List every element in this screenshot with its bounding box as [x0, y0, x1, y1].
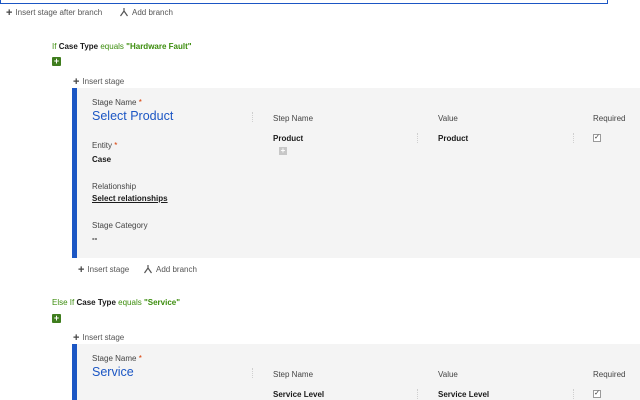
- stage-name-value[interactable]: Select Product: [92, 109, 173, 123]
- column-header-required: Required: [593, 114, 626, 123]
- plus-icon: +: [73, 75, 80, 88]
- entity-label: Entity *: [92, 141, 118, 150]
- required-star: *: [112, 141, 118, 150]
- branch-icon: [120, 8, 128, 17]
- column-divider: [573, 389, 575, 399]
- column-header-step-name: Step Name: [273, 370, 314, 379]
- step-field-value[interactable]: Service Level: [438, 390, 489, 399]
- add-step-button[interactable]: +: [279, 147, 287, 155]
- plus-icon: +: [6, 6, 13, 19]
- stage-name-label: Stage Name *: [92, 354, 142, 363]
- column-divider: [417, 389, 419, 399]
- stage-select-product[interactable]: Stage Name * Select Product Entity * Cas…: [72, 88, 640, 258]
- step-field-value[interactable]: Product: [438, 134, 468, 143]
- column-divider: [417, 133, 419, 143]
- column-header-required: Required: [593, 370, 626, 379]
- plus-icon: +: [78, 263, 85, 276]
- stage-category-label: Stage Category: [92, 221, 148, 230]
- required-checkbox[interactable]: ✓: [593, 134, 601, 142]
- required-star: *: [136, 354, 142, 363]
- column-divider: [252, 112, 254, 122]
- column-divider: [252, 368, 254, 378]
- step-name-value[interactable]: Service Level: [273, 390, 324, 399]
- stage-service[interactable]: Stage Name * Service Step Name Value Req…: [72, 344, 640, 400]
- column-divider: [573, 133, 575, 143]
- insert-stage-after-branch-button[interactable]: + Insert stage after branch: [6, 6, 102, 19]
- column-header-step-name: Step Name: [273, 114, 314, 123]
- required-star: *: [136, 98, 142, 107]
- insert-stage-button[interactable]: + Insert stage: [73, 75, 124, 88]
- branch-condition-service[interactable]: Else If Case Type equals "Service": [52, 298, 180, 307]
- column-header-value: Value: [438, 370, 458, 379]
- add-branch-button[interactable]: Add branch: [143, 265, 197, 274]
- column-header-value: Value: [438, 114, 458, 123]
- branch-icon: [144, 265, 152, 274]
- stage-name-value[interactable]: Service: [92, 365, 134, 379]
- insert-stage-button[interactable]: + Insert stage: [73, 331, 124, 344]
- add-condition-button[interactable]: +: [52, 57, 61, 66]
- branch-condition-hardware-fault[interactable]: If Case Type equals "Hardware Fault": [52, 42, 192, 51]
- previous-stage-frame: [0, 0, 608, 4]
- plus-icon: +: [73, 331, 80, 344]
- entity-value[interactable]: Case: [92, 155, 111, 164]
- stage-name-label: Stage Name *: [92, 98, 142, 107]
- add-branch-button[interactable]: Add branch: [119, 8, 173, 17]
- add-condition-button[interactable]: +: [52, 314, 61, 323]
- select-relationships-link[interactable]: Select relationships: [92, 194, 168, 203]
- relationship-label: Relationship: [92, 182, 137, 191]
- required-checkbox[interactable]: ✓: [593, 390, 601, 398]
- stage-category-value[interactable]: --: [92, 234, 97, 243]
- insert-stage-button[interactable]: + Insert stage: [78, 263, 129, 276]
- step-name-value[interactable]: Product: [273, 134, 303, 143]
